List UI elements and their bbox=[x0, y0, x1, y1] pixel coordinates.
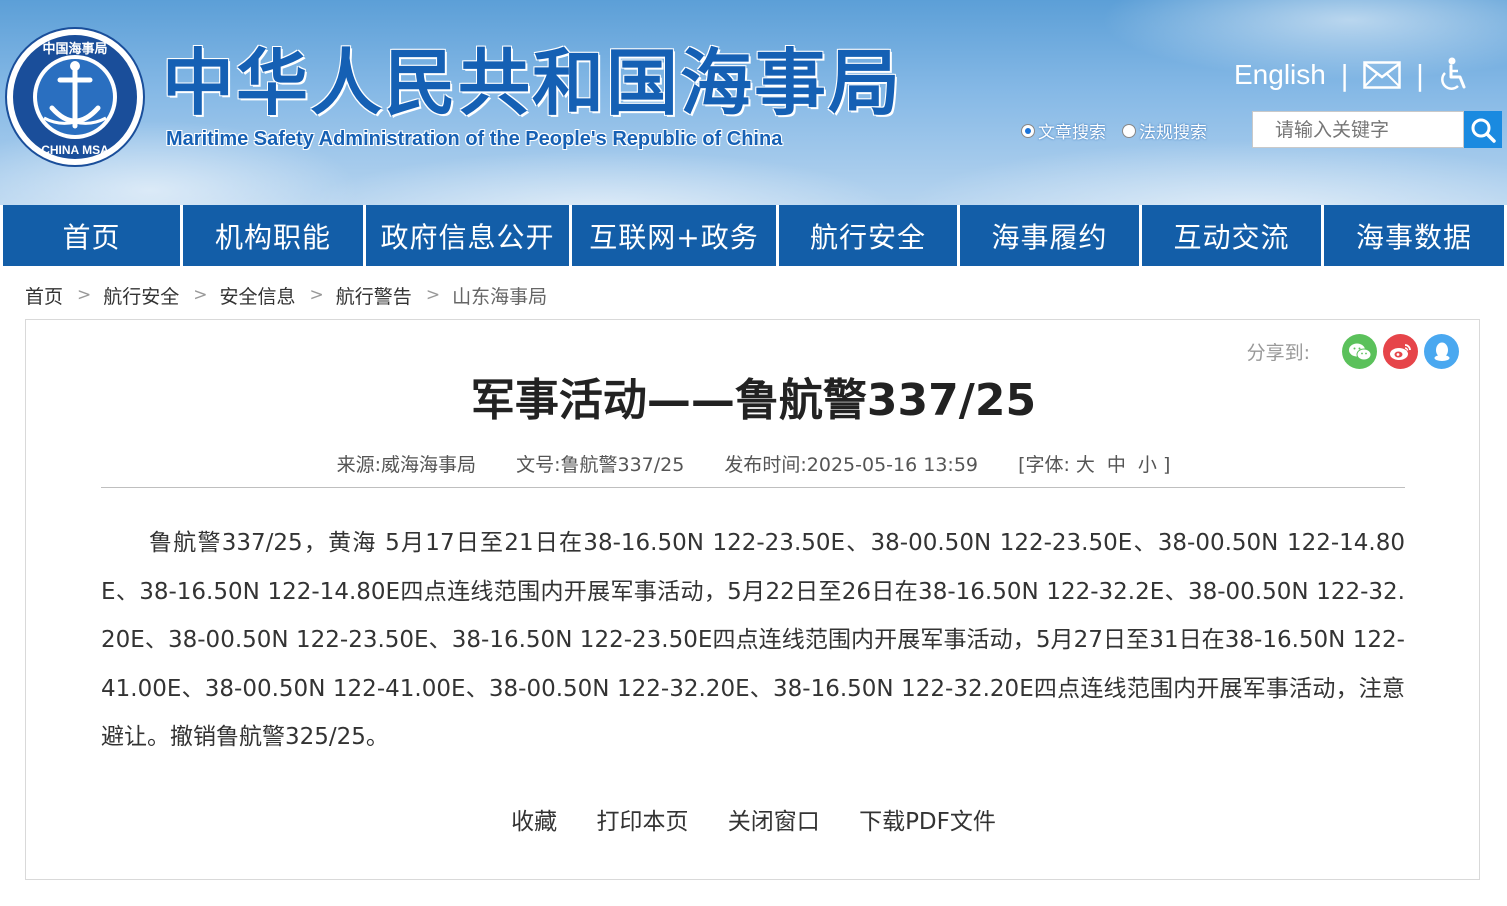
print-button[interactable]: 打印本页 bbox=[596, 809, 688, 835]
english-link[interactable]: English bbox=[1234, 59, 1326, 91]
nav-item-compliance[interactable]: 海事履约 bbox=[960, 205, 1139, 266]
site-header: 中国海事局 CHINA MSA 中华人民共和国海事局 Maritime Safe… bbox=[0, 0, 1507, 205]
breadcrumb-current[interactable]: 山东海事局 bbox=[452, 282, 547, 309]
article-body: 鲁航警337/25，黄海 5月17日至21日在38-16.50N 122-23.… bbox=[101, 530, 1405, 750]
search-options: 文章搜索 法规搜索 bbox=[1021, 118, 1223, 143]
font-medium-button[interactable]: 中 bbox=[1107, 454, 1126, 476]
search-option-law[interactable]: 法规搜索 bbox=[1122, 118, 1207, 143]
meta-source: 来源:威海海事局 bbox=[337, 454, 476, 476]
radio-law[interactable] bbox=[1122, 123, 1136, 138]
doc-no-value: 鲁航警337/25 bbox=[560, 454, 685, 476]
breadcrumb-separator: > bbox=[77, 285, 92, 305]
link-separator: | bbox=[1339, 58, 1350, 92]
link-separator: | bbox=[1415, 58, 1425, 92]
nav-item-gov-info[interactable]: 政府信息公开 bbox=[366, 205, 569, 266]
meta-publish: 发布时间:2025-05-16 13:59 bbox=[724, 454, 978, 476]
font-size-switcher: [字体: 大中小] bbox=[1018, 454, 1170, 476]
radio-article[interactable] bbox=[1021, 123, 1035, 138]
site-title-en[interactable]: Maritime Safety Administration of the Pe… bbox=[166, 128, 782, 151]
breadcrumb: 首页 > 航行安全 > 安全信息 > 航行警告 > 山东海事局 bbox=[25, 280, 547, 310]
accessibility-icon[interactable] bbox=[1439, 57, 1469, 93]
search-icon bbox=[1471, 118, 1496, 143]
font-close: ] bbox=[1162, 454, 1171, 476]
nav-item-interaction[interactable]: 互动交流 bbox=[1142, 205, 1321, 266]
search-button[interactable] bbox=[1464, 111, 1502, 148]
article-panel: 分享到: 军事活动——鲁航警337/25 来源:威海海事局 文号:鲁航警337/… bbox=[25, 319, 1480, 880]
breadcrumb-separator: > bbox=[425, 285, 441, 305]
source-value: 威海海事局 bbox=[381, 454, 477, 476]
publish-label: 发布时间: bbox=[724, 454, 807, 476]
meta-doc-no: 文号:鲁航警337/25 bbox=[516, 454, 684, 476]
share-label: 分享到: bbox=[1246, 342, 1310, 364]
main-nav: 首页 机构职能 政府信息公开 互联网+政务 航行安全 海事履约 互动交流 海事数… bbox=[0, 205, 1507, 266]
article-actions: 收藏 打印本页 关闭窗口 下载PDF文件 bbox=[26, 802, 1481, 836]
breadcrumb-item[interactable]: 航行安全 bbox=[103, 282, 179, 309]
nav-item-data[interactable]: 海事数据 bbox=[1324, 205, 1504, 266]
breadcrumb-item[interactable]: 首页 bbox=[25, 282, 63, 309]
search-option-label: 法规搜索 bbox=[1139, 123, 1207, 143]
search-input[interactable] bbox=[1252, 111, 1464, 148]
font-open: [字体: bbox=[1018, 454, 1070, 476]
site-title-cn[interactable]: 中华人民共和国海事局 bbox=[162, 40, 902, 126]
source-label: 来源: bbox=[336, 454, 382, 476]
article-meta: 来源:威海海事局 文号:鲁航警337/25 发布时间:2025-05-16 13… bbox=[26, 450, 1481, 477]
nav-item-nav-safety[interactable]: 航行安全 bbox=[779, 205, 957, 266]
favorite-button[interactable]: 收藏 bbox=[511, 809, 557, 835]
publish-value: 2025-05-16 13:59 bbox=[806, 454, 979, 476]
font-small-button[interactable]: 小 bbox=[1138, 454, 1157, 476]
download-pdf-button[interactable]: 下载PDF文件 bbox=[859, 809, 996, 835]
breadcrumb-item[interactable]: 安全信息 bbox=[220, 282, 296, 309]
nav-item-internet-gov[interactable]: 互联网+政务 bbox=[572, 205, 776, 266]
font-large-button[interactable]: 大 bbox=[1076, 454, 1095, 476]
breadcrumb-item[interactable]: 航行警告 bbox=[336, 282, 412, 309]
mail-icon[interactable] bbox=[1363, 61, 1402, 89]
search-option-label: 文章搜索 bbox=[1038, 123, 1106, 143]
doc-no-label: 文号: bbox=[516, 454, 561, 476]
logo-text-top: 中国海事局 bbox=[42, 41, 107, 57]
nav-item-home[interactable]: 首页 bbox=[3, 205, 180, 266]
article-title: 军事活动——鲁航警337/25 bbox=[470, 375, 1037, 426]
close-window-button[interactable]: 关闭窗口 bbox=[728, 809, 820, 835]
nav-item-functions[interactable]: 机构职能 bbox=[183, 205, 363, 266]
logo-text-bottom: CHINA MSA bbox=[41, 143, 109, 157]
breadcrumb-separator: > bbox=[193, 285, 208, 305]
search-option-article[interactable]: 文章搜索 bbox=[1021, 118, 1106, 143]
top-links: English | | bbox=[1234, 56, 1469, 94]
breadcrumb-separator: > bbox=[309, 285, 324, 305]
msa-logo-icon[interactable]: 中国海事局 CHINA MSA bbox=[4, 26, 146, 168]
meta-divider bbox=[101, 487, 1405, 488]
